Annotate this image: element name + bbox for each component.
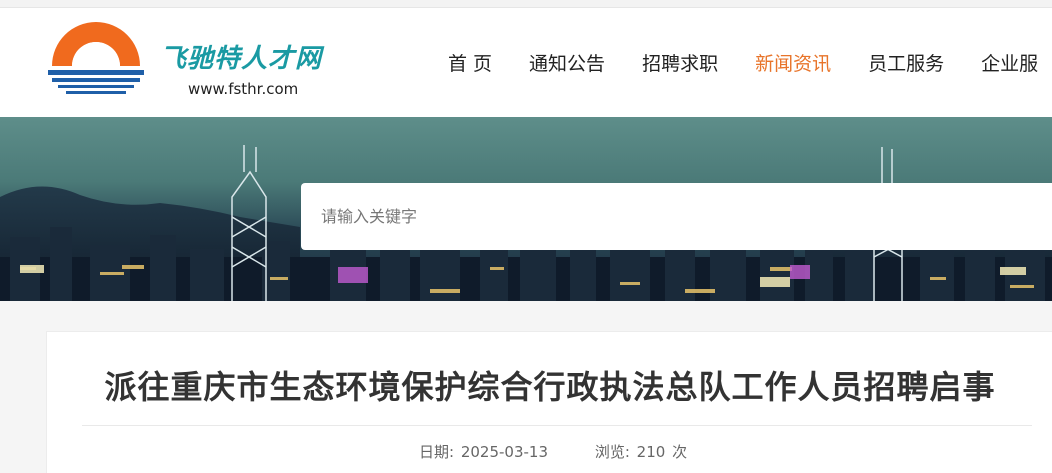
article-meta: 日期: 2025-03-13 浏览: 210 次: [419, 441, 689, 462]
views-unit: 次: [672, 443, 688, 461]
nav-item-enterprise-services[interactable]: 企业服: [981, 49, 1038, 76]
search-input[interactable]: [301, 183, 1052, 250]
logo-title: 飞驰特人才网: [160, 44, 323, 74]
nav-item-news[interactable]: 新闻资讯: [755, 49, 831, 76]
logo-sun-icon: [48, 22, 144, 94]
logo-url: www.fsthr.com: [188, 80, 299, 98]
city-banner: [0, 117, 1052, 301]
article-title: 派往重庆市生态环境保护综合行政执法总队工作人员招聘启事: [104, 368, 996, 406]
views-label: 浏览:: [594, 443, 630, 461]
nav-item-notices[interactable]: 通知公告: [529, 49, 605, 76]
views-value: 210: [636, 443, 666, 461]
article-panel: 派往重庆市生态环境保护综合行政执法总队工作人员招聘启事 日期: 2025-03-…: [46, 331, 1052, 473]
top-strip: [0, 0, 1052, 8]
nav-item-staff-services[interactable]: 员工服务: [868, 49, 944, 76]
nav-item-jobs[interactable]: 招聘求职: [642, 49, 718, 76]
site-header: 飞驰特人才网 www.fsthr.com 首 页 通知公告 招聘求职 新闻资讯 …: [0, 8, 1052, 117]
site-logo[interactable]: 飞驰特人才网 www.fsthr.com: [46, 20, 346, 100]
title-divider: [82, 425, 1032, 426]
nav-item-home[interactable]: 首 页: [448, 49, 492, 76]
date-label: 日期:: [419, 443, 455, 461]
main-nav: 首 页 通知公告 招聘求职 新闻资讯 员工服务 企业服: [448, 8, 1052, 117]
date-value: 2025-03-13: [460, 443, 549, 461]
